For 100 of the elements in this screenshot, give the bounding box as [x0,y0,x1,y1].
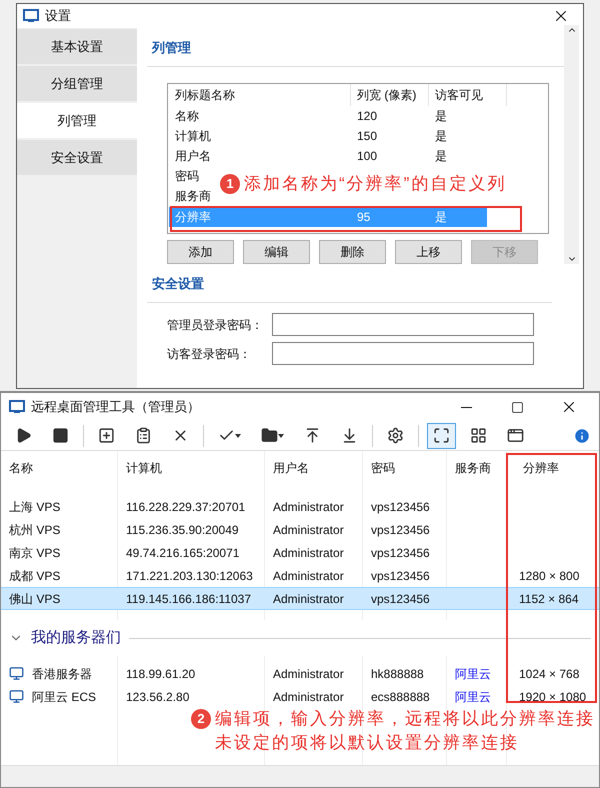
table-cell-text: vps123456 [370,498,431,516]
window-title: 设置 [45,7,71,26]
annotation-text: 编辑项，输入分辨率，远程将以此分辨率连接 [215,708,595,730]
sidebar-tab[interactable]: 分组管理 [17,66,137,101]
section-heading: 列管理 [152,40,191,55]
folder-icon [261,427,278,444]
table-cell-text: Administrator [272,590,345,608]
password-field[interactable] [272,342,534,365]
caret-icon [235,434,241,438]
table-cell: 1152 × 864 [519,592,579,606]
server-row[interactable]: 上海 VPS 116.228.229.37:20701 Administrator vps123456 [1,495,599,518]
annotation-text: 未设定的项将以默认设置分辨率连接 [215,732,520,754]
window-icon [23,9,39,23]
column-header[interactable]: 密码 [363,459,447,477]
field-label: 管理员登录密码： [167,316,264,334]
column-header: 列宽 (像素) [357,87,416,104]
list-cell-text: 用户名 [174,148,212,165]
provider-link[interactable]: 阿里云 [455,690,491,704]
add-icon [98,427,115,444]
sidebar-tab[interactable]: 安全设置 [17,140,137,175]
table-cell: 1280 × 800 [519,568,580,582]
step-number: 1 [220,174,240,194]
table-cell-text: Administrator [272,666,345,682]
move-up-icon [304,427,321,444]
list-cell-text: 150 [357,128,378,145]
list-button[interactable]: 删除 [319,240,386,264]
table-cell-text: vps123456 [370,590,431,608]
list-button[interactable]: 上移 [395,240,462,264]
column-header[interactable]: 名称 [1,459,118,477]
server-row[interactable]: 香港服务器 118.99.61.20 Administrator hk888888 阿里云 1024 × 768 [1,662,599,685]
column-header: 访客可见 [435,87,483,104]
column-header[interactable]: 计算机 [118,459,265,477]
table-cell-text: Administrator [272,568,345,584]
list-cell-text: 名称 [174,108,200,125]
column-header[interactable]: 服务商 [447,459,507,477]
fit-icon [433,427,450,444]
settings-icon [387,427,404,444]
password-field[interactable] [272,313,534,336]
table-cell-text: Administrator [272,688,345,706]
table-cell-text: Administrator [272,522,345,538]
list-cell-text: 是 [435,209,447,226]
annotation-text: 添加名称为“分辨率”的自定义列 [244,173,506,195]
server-row[interactable]: 杭州 VPS 115.236.35.90:20049 Administrator vps123456 [1,518,599,541]
field-label: 访客登录密码： [167,346,252,362]
table-cell-text: vps123456 [370,544,431,562]
table-cell-text: 123.56.2.80 [125,688,190,706]
server-row[interactable]: 阿里云 ECS 123.56.2.80 Administrator ecs888888 阿里云 1920 × 1080 [1,685,599,708]
table-cell-text: 118.99.61.20 [125,666,196,682]
table-cell-text: vps123456 [370,522,431,538]
list-cell-text: 100 [357,148,378,165]
table-cell-text: 上海 VPS [9,498,60,516]
column-header[interactable]: 用户名 [265,459,363,477]
table-cell-text: ecs888888 [370,688,431,706]
table-cell: 1024 × 768 [519,666,580,680]
list-cell-text: 密码 [174,168,199,185]
table-cell-text: 佛山 VPS [9,590,60,608]
list-cell-text: 95 [357,209,372,226]
table-cell-text: 南京 VPS [9,544,60,562]
table-cell-text: 杭州 VPS [9,522,60,538]
list-cell-text: 分辨率 [174,209,212,226]
monitor-icon [9,666,24,681]
list-cell-text: 120 [357,108,378,125]
move-down-icon [341,427,358,444]
toolbar-button[interactable] [427,422,456,448]
list-cell-text: 服务商 [174,188,211,205]
table-cell-text: hk888888 [370,666,425,682]
list-row[interactable]: 密码 [169,166,203,186]
table-cell: 1920 × 1080 [519,690,586,704]
info-button[interactable] [573,426,591,444]
sidebar-tab[interactable]: 列管理 [17,103,137,138]
list-row[interactable]: 名称 120 是 [169,106,487,126]
list-cell-text: 计算机 [174,128,212,145]
minimize-icon [461,406,472,408]
list-cell-text: 是 [435,148,447,165]
server-row[interactable]: 佛山 VPS 119.145.166.186:11037 Administrator vps123456 1152 × 864 [1,587,599,610]
document-icon [135,427,152,444]
group-header: 我的服务器们 [31,628,121,648]
sidebar-tab[interactable]: 基本设置 [17,29,137,64]
list-row[interactable]: 用户名 100 是 [169,146,487,166]
provider-link[interactable]: 阿里云 [455,666,491,680]
list-button[interactable]: 添加 [167,240,234,264]
list-cell-text: 是 [435,108,447,125]
table-cell-text: vps123456 [370,568,431,584]
info-icon [573,426,591,444]
section-heading: 安全设置 [152,276,204,291]
maximize-icon [511,400,524,414]
table-cell-text: 119.145.166.186:11037 [125,590,252,608]
play-icon [15,427,32,444]
monitor-icon [9,689,24,704]
column-header[interactable]: 分辨率 [507,459,587,477]
list-row[interactable]: 服务商 [169,186,215,206]
server-row[interactable]: 成都 VPS 171.221.203.130:12063 Administrator vps123456 1280 × 800 [1,564,599,587]
caret-icon [278,434,284,438]
list-button[interactable]: 编辑 [243,240,310,264]
server-row[interactable]: 南京 VPS 49.74.216.165:20071 Administrator vps123456 [1,541,599,564]
column-header: 列标题名称 [175,87,235,104]
window-icon [507,427,524,444]
table-cell-text: Administrator [272,544,345,562]
list-row[interactable]: 计算机 150 是 [169,126,487,146]
window-icon [9,400,25,414]
